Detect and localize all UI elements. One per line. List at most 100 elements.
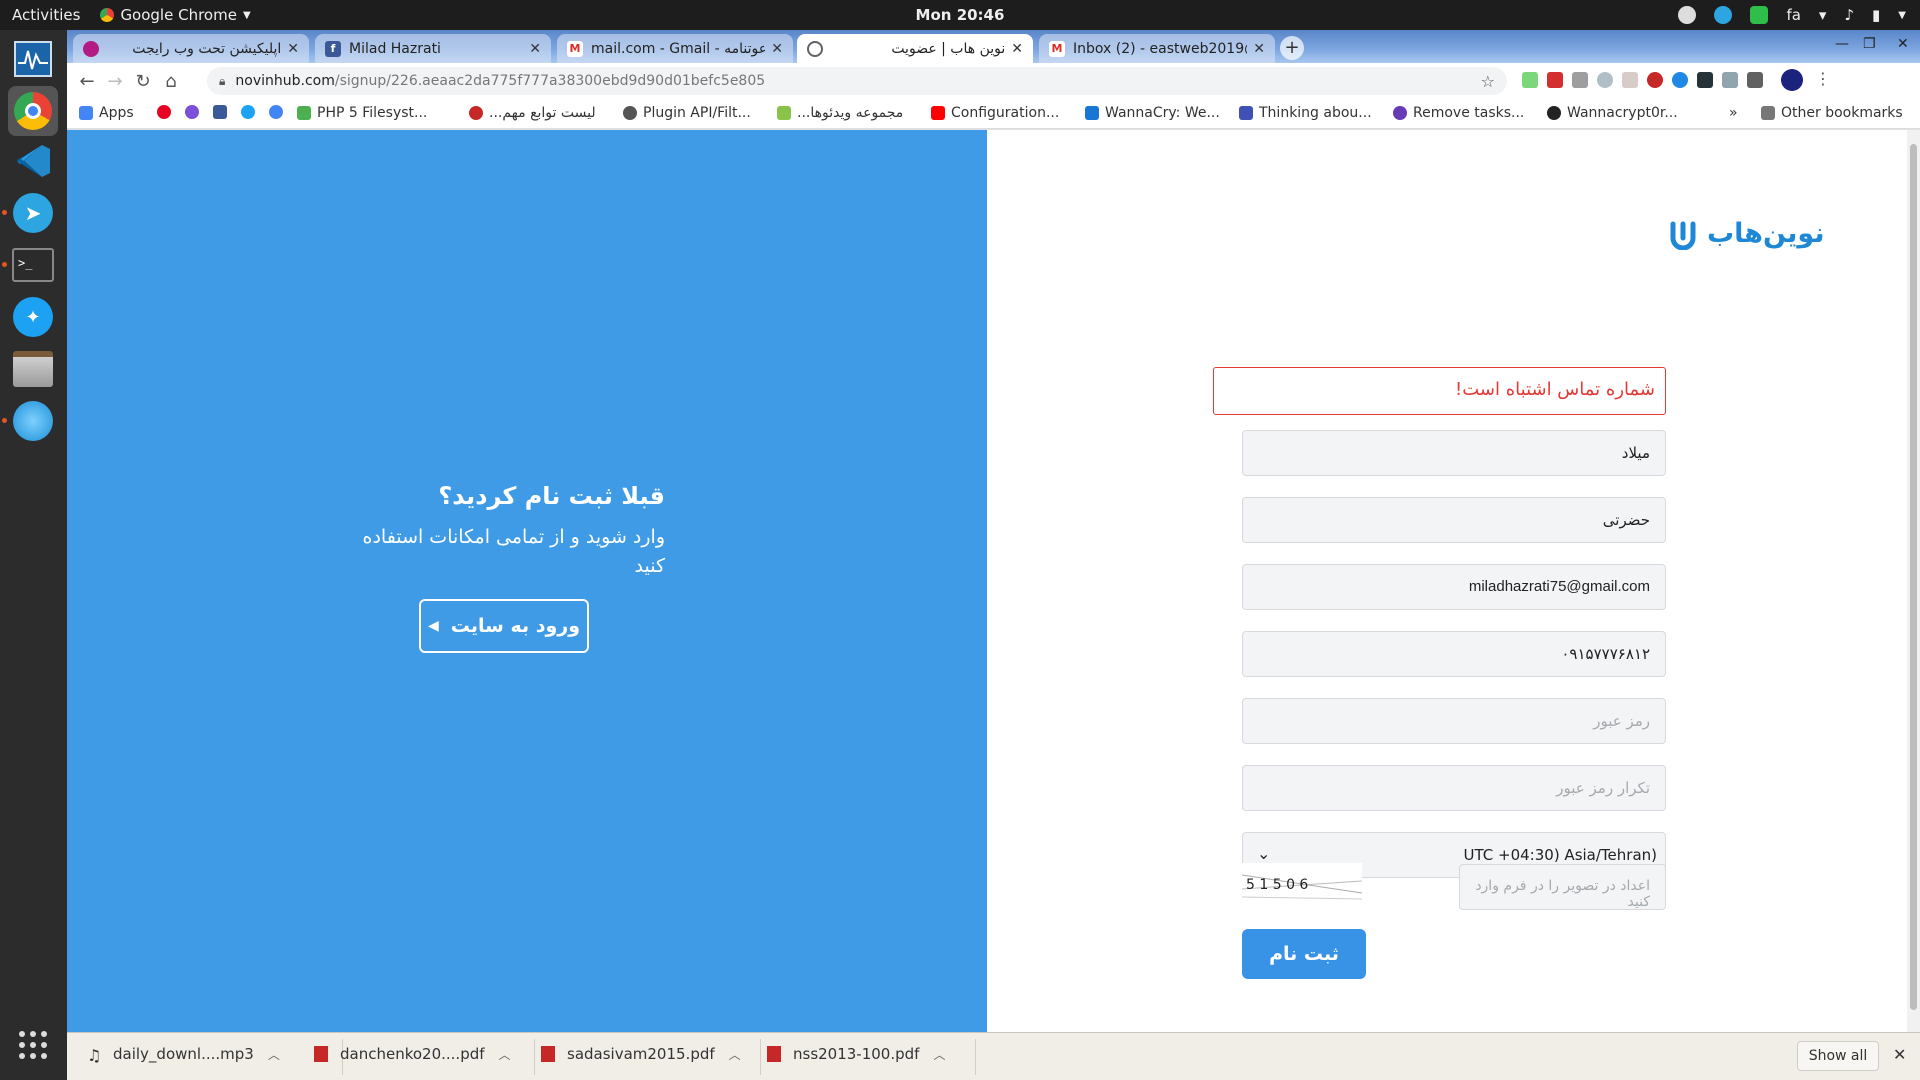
bookmarks-overflow[interactable]: » [1729,105,1738,121]
page-scrollbar[interactable] [1907,130,1920,1032]
bookmark-twitter[interactable] [241,105,261,119]
extension-icon[interactable] [1747,72,1763,88]
bookmark-pinterest[interactable] [157,105,177,119]
bookmark-videos[interactable]: مجموعه ویدئوها... [777,105,903,121]
chevron-up-icon[interactable]: ︿ [499,1046,511,1063]
keyboard-layout[interactable]: fa [1786,6,1800,24]
phone-field[interactable]: ۰۹۱۵۷۷۷۶۸۱۲ [1242,631,1666,677]
bookmark-wannacrypt[interactable]: Wannacrypt0r... [1547,105,1678,121]
close-icon[interactable]: ✕ [529,41,541,57]
first-name-field[interactable]: میلاد [1242,430,1666,476]
extension-icon[interactable] [1572,72,1588,88]
chevron-up-icon[interactable]: ︿ [729,1046,741,1063]
terminal-icon[interactable]: >_ [8,240,58,290]
close-icon[interactable]: ✕ [1011,41,1023,57]
battery-icon[interactable]: ▮ [1872,6,1880,24]
home-icon[interactable]: ⌂ [157,71,185,92]
chevron-up-icon[interactable]: ︿ [268,1046,280,1063]
close-icon[interactable]: ✕ [1893,1045,1906,1064]
check-tray-icon[interactable] [1750,6,1769,24]
maximize-button[interactable]: ❐ [1863,36,1876,52]
close-icon[interactable]: ✕ [1253,41,1265,57]
download-item[interactable]: danchenko20....pdf ︿ [314,1045,511,1063]
apps-grid-icon [79,106,93,120]
reload-icon[interactable]: ↻ [129,71,157,92]
telegram-tray-icon[interactable] [1714,6,1733,24]
extension-icon[interactable] [1697,72,1713,88]
extension-icon[interactable] [1522,72,1538,88]
bookmark-plugin-api[interactable]: Plugin API/Filt... [623,105,751,121]
address-bar[interactable]: 🔒︎ novinhub.com/signup/226.aeaac2da775f7… [207,67,1507,95]
show-applications-icon[interactable] [8,1020,58,1070]
chevron-up-icon[interactable]: ︿ [933,1046,945,1063]
extension-icon[interactable] [1647,72,1663,88]
profile-avatar[interactable] [1781,69,1803,91]
forward-arrow-icon[interactable]: → [101,71,129,92]
extension-icon[interactable] [1672,72,1688,88]
login-prompt-panel: قبلا ثبت نام کردید؟ وارد شوید و از تمامی… [67,130,987,1032]
window-close-button[interactable]: ✕ [1897,36,1909,52]
tab-title: اپلیکیشن تحت وب رایجت [132,40,282,57]
system-tray[interactable]: fa ▾ ♪ ▮ ▼ [1678,6,1906,24]
captcha-input[interactable]: اعداد در تصویر را در فرم وارد کنید [1459,864,1666,910]
browser-toolbar: ← → ↻ ⌂ 🔒︎ novinhub.com/signup/226.aeaac… [67,63,1920,99]
volume-icon[interactable]: ♪ [1844,6,1854,24]
activities-button[interactable]: Activities [12,6,80,24]
lock-icon[interactable]: 🔒︎ [219,74,225,89]
extension-icon[interactable] [1622,72,1638,88]
telegram-icon[interactable]: ➤ [8,188,58,238]
tab-gmail[interactable]: M mail.com - Gmail - دعوتنامه ✕ [557,34,793,63]
show-all-downloads-button[interactable]: Show all [1797,1041,1879,1071]
accessibility-icon[interactable] [1678,6,1697,24]
download-item[interactable]: ♫ daily_downl....mp3 ︿ [87,1045,280,1065]
new-tab-button[interactable]: + [1280,36,1304,60]
wifi-icon[interactable]: ▾ [1819,6,1827,24]
download-item[interactable]: nss2013-100.pdf ︿ [767,1045,945,1063]
captcha-image[interactable]: 5 1 5 0 6 [1241,863,1363,905]
twitter-icon[interactable]: ✦ [8,292,58,342]
tab-inbox[interactable]: M Inbox (2) - eastweb2019@ ✕ [1039,34,1275,63]
signup-submit-button[interactable]: ثبت نام [1242,929,1366,979]
app-menu[interactable]: Google Chrome ▼ [100,6,251,24]
vscode-icon[interactable] [8,136,58,186]
close-icon[interactable]: ✕ [287,41,299,57]
back-arrow-icon[interactable]: ← [73,71,101,92]
email-field[interactable]: miladhazrati75@gmail.com [1242,564,1666,610]
scrollbar-thumb[interactable] [1910,144,1917,1010]
app-icon[interactable] [8,396,58,446]
tab-facebook[interactable]: f Milad Hazrati ✕ [315,34,551,63]
bookmark-remove-tasks[interactable]: Remove tasks... [1393,105,1524,121]
bookmark-php[interactable]: PHP 5 Filesyst... [297,105,427,121]
bookmark-site[interactable] [185,105,205,119]
download-item[interactable]: sadasivam2015.pdf ︿ [541,1045,741,1063]
extension-icon[interactable] [1597,72,1613,88]
chrome-menu-icon[interactable]: ⋮ [1815,69,1831,88]
tab-rayjet[interactable]: اپلیکیشن تحت وب رایجت ✕ [73,34,309,63]
system-monitor-icon[interactable] [8,34,58,84]
bookmark-thinking[interactable]: Thinking abou... [1239,105,1372,121]
bookmark-configuration[interactable]: Configuration... [931,105,1059,121]
password-field[interactable]: رمز عبور [1242,698,1666,744]
password-confirm-field[interactable]: تکرار رمز عبور [1242,765,1666,811]
captcha-text: 5 1 5 0 6 [1246,877,1308,893]
files-icon[interactable] [8,344,58,394]
other-bookmarks[interactable]: Other bookmarks [1761,105,1903,121]
chrome-dock-icon[interactable] [8,86,58,136]
clock[interactable]: Mon 20:46 [916,6,1005,24]
bookmark-google[interactable] [269,105,289,119]
bookmark-functions[interactable]: لیست توابع مهم... [469,105,596,121]
login-button[interactable]: ورود به سایت ◀ [419,599,589,653]
extension-icon[interactable] [1722,72,1738,88]
bookmark-facebook[interactable] [213,105,233,119]
bookmark-wannacry[interactable]: WannaCry: We... [1085,105,1220,121]
site-icon [1085,106,1099,120]
close-icon[interactable]: ✕ [771,41,783,57]
bookmark-star-icon[interactable]: ☆ [1481,72,1495,91]
last-name-field[interactable]: حضرتی [1242,497,1666,543]
chevron-down-icon[interactable]: ▼ [1898,10,1906,21]
bookmark-apps[interactable]: Apps [79,105,134,121]
extension-icon[interactable] [1547,72,1563,88]
tab-title: mail.com - Gmail - دعوتنامه [591,40,766,57]
tab-novinhub-signup[interactable]: نوین هاب | عضویت ✕ [797,34,1033,63]
minimize-button[interactable]: — [1835,36,1849,52]
